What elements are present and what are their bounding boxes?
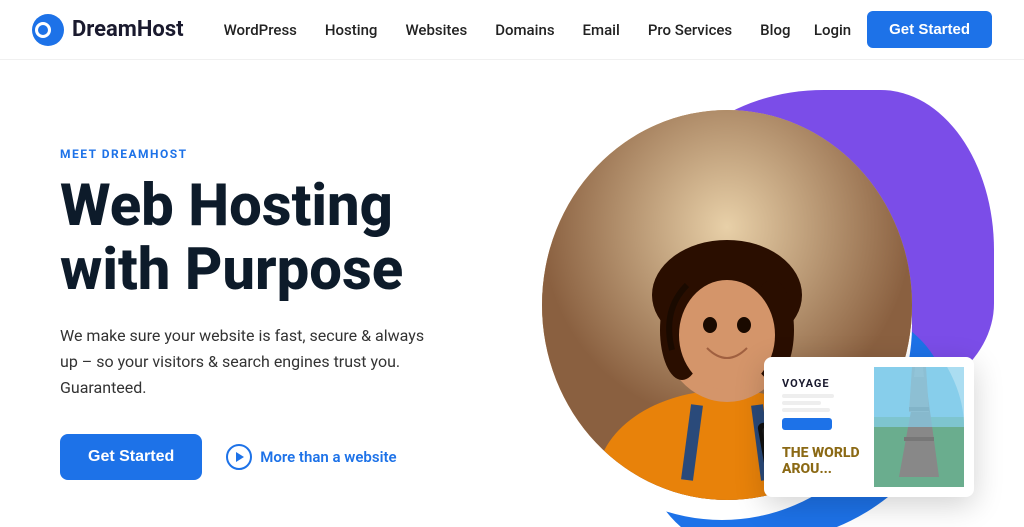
hero-section: MEET DREAMHOST Web Hosting with Purpose … (0, 60, 1024, 527)
card-big-text: THE WORLD AROU... (782, 446, 860, 477)
nav-link-wordpress[interactable]: WordPress (224, 21, 297, 39)
nav-actions: Login Get Started (814, 11, 992, 48)
nav-link-email[interactable]: Email (583, 21, 620, 39)
more-than-label: More than a website (260, 448, 396, 466)
login-button[interactable]: Login (814, 21, 851, 39)
nav-link-pro-services[interactable]: Pro Services (648, 21, 732, 39)
dreamhost-logo-icon (32, 14, 64, 46)
logo-text: DreamHost (72, 17, 184, 42)
hero-get-started-button[interactable]: Get Started (60, 434, 202, 480)
card-row-3 (782, 408, 830, 412)
hero-title-line2: with Purpose (60, 236, 403, 304)
card-row-2 (782, 401, 821, 405)
navigation: DreamHost WordPress Hosting Websites Dom… (0, 0, 1024, 60)
hero-content: MEET DREAMHOST Web Hosting with Purpose … (60, 147, 512, 480)
logo[interactable]: DreamHost (32, 14, 184, 46)
hero-title-line1: Web Hosting (60, 172, 393, 240)
nav-links: WordPress Hosting Websites Domains Email… (224, 21, 814, 39)
hero-eyebrow: MEET DREAMHOST (60, 147, 512, 161)
card-image-svg (874, 367, 964, 487)
nav-link-domains[interactable]: Domains (495, 21, 554, 39)
hero-actions: Get Started More than a website (60, 434, 512, 480)
nav-link-hosting[interactable]: Hosting (325, 21, 378, 39)
hero-title: Web Hosting with Purpose (60, 175, 512, 303)
card-row-1 (782, 394, 834, 398)
more-than-website-link[interactable]: More than a website (226, 444, 396, 470)
nav-link-websites[interactable]: Websites (405, 21, 467, 39)
hero-description: We make sure your website is fast, secur… (60, 323, 440, 402)
card-image (874, 367, 964, 487)
play-icon (226, 444, 252, 470)
card-voyage-label: VOYAGE (782, 377, 869, 390)
website-card: VOYAGE THE WORLD AROU... (764, 357, 974, 497)
nav-get-started-button[interactable]: Get Started (867, 11, 992, 48)
play-triangle-icon (236, 452, 244, 462)
card-action-btn (782, 418, 832, 430)
nav-link-blog[interactable]: Blog (760, 21, 790, 39)
hero-visual: VOYAGE THE WORLD AROU... (512, 100, 964, 527)
